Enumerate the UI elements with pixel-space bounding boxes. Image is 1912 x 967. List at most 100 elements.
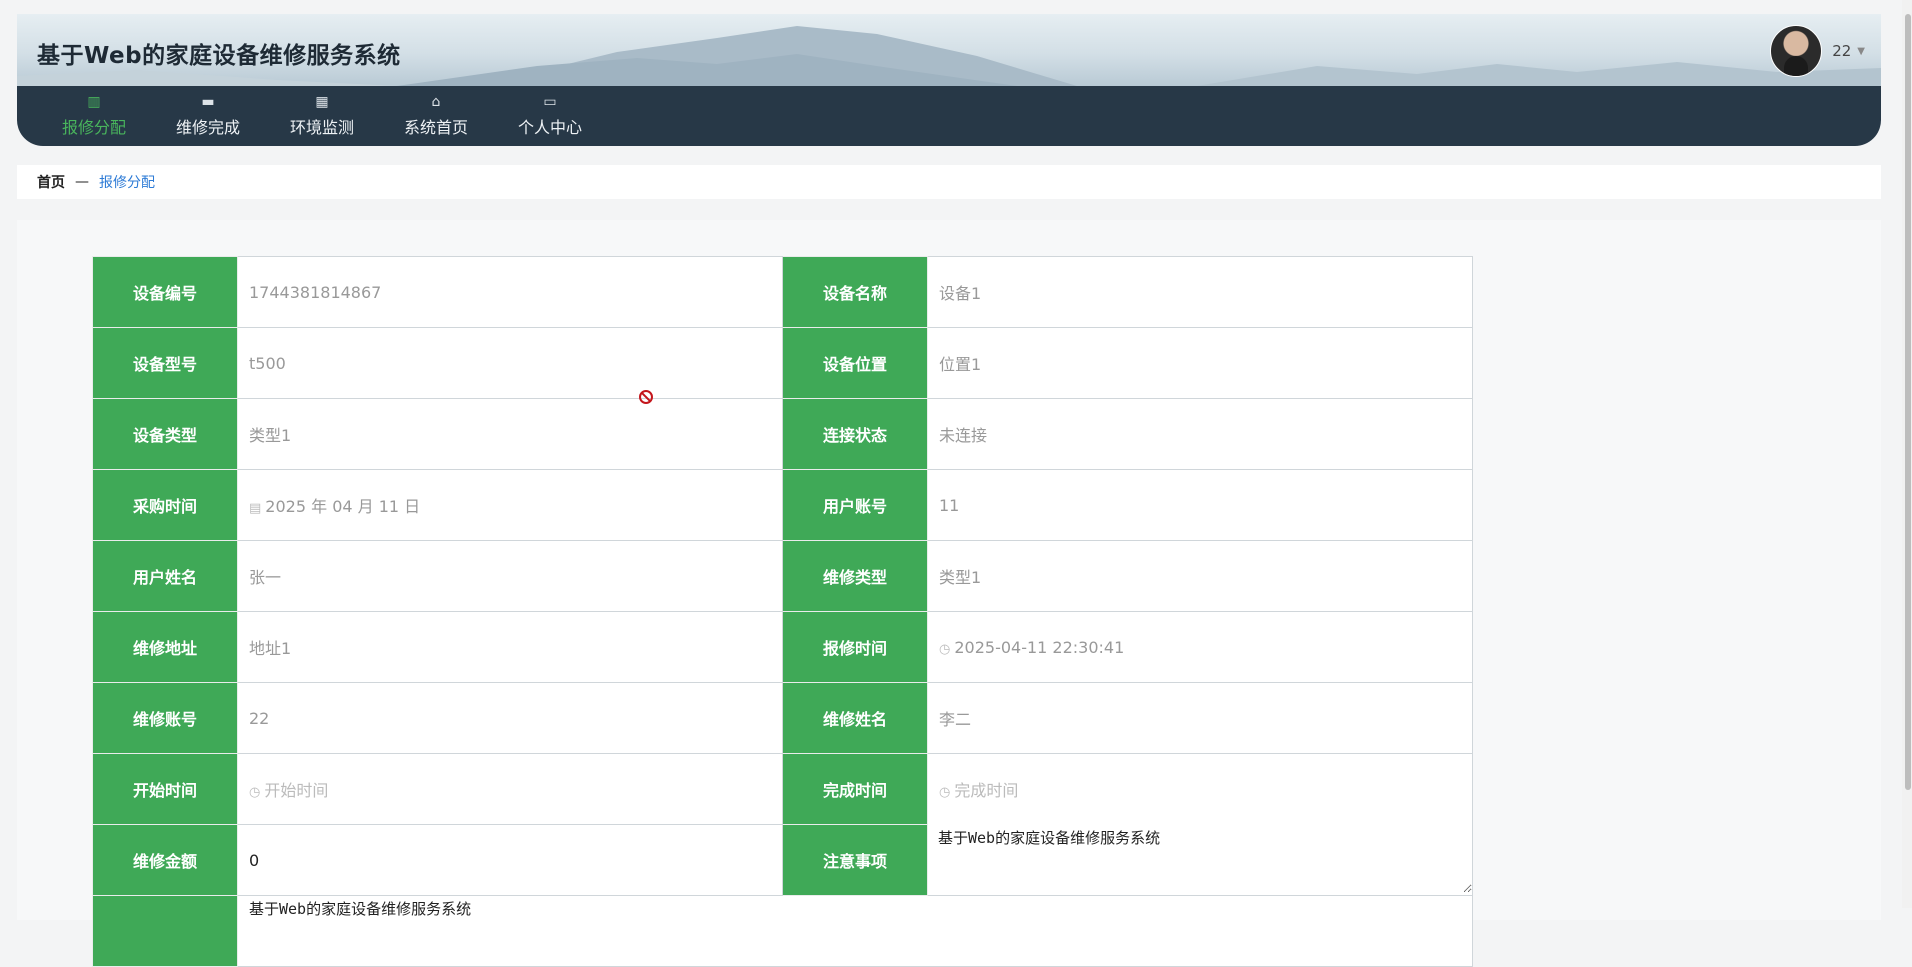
not-allowed-cursor-icon [639, 390, 653, 404]
form-row: 基于Web的家庭设备维修服务系统 [92, 895, 1473, 967]
repair-address-value: 地址1 [249, 639, 292, 658]
nav-item-label: 报修分配 [61, 118, 126, 137]
device-type-value: 类型1 [249, 426, 292, 445]
calendar-icon: ▤ [249, 501, 262, 516]
scrollbar-thumb[interactable] [1905, 14, 1911, 790]
repair-amount-label: 维修金额 [92, 824, 238, 896]
repair-account-value: 22 [249, 708, 270, 728]
repair-amount-value: 0 [249, 850, 260, 870]
site-title: 基于Web的家庭设备维修服务系统 [37, 43, 401, 69]
notes-cell: 基于Web的家庭设备维修服务系统 [927, 823, 1473, 896]
device-location-field[interactable]: 位置1 [927, 327, 1473, 399]
device-type-label: 设备类型 [92, 398, 238, 470]
nav-item-repair-complete[interactable]: ▬ 维修完成 [168, 86, 248, 146]
breadcrumb: 首页 — 报修分配 [17, 165, 1881, 199]
avatar[interactable] [1770, 25, 1823, 77]
repair-type-field[interactable]: 类型1 [927, 540, 1473, 612]
device-model-label: 设备型号 [92, 327, 238, 399]
device-no-label: 设备编号 [92, 256, 238, 328]
purchase-time-field[interactable]: ▤ 2025 年 04 月 11 日 [237, 469, 783, 541]
breadcrumb-current[interactable]: 报修分配 [99, 172, 155, 192]
form-row: 设备类型 类型1 连接状态 未连接 [92, 398, 1473, 470]
user-account-label: 用户账号 [782, 469, 928, 541]
user-name-value: 张一 [249, 568, 282, 587]
nav-item-label: 维修完成 [175, 118, 240, 137]
form-row: 用户姓名 张一 维修类型 类型1 [92, 540, 1473, 612]
notes-label: 注意事项 [782, 824, 928, 896]
repair-form: 设备编号 1744381814867 设备名称 设备1 设备型号 t500 设备… [92, 256, 1473, 967]
header: 基于Web的家庭设备维修服务系统 22 ▼ ▥ 报修分配 ▬ 维修完成 ▦ 环境… [17, 14, 1881, 146]
nav-item-profile[interactable]: ▭ 个人中心 [510, 86, 590, 146]
nav-item-label: 系统首页 [403, 118, 468, 137]
nav-item-label: 个人中心 [517, 118, 582, 137]
device-model-field[interactable]: t500 [237, 327, 783, 399]
repair-type-label: 维修类型 [782, 540, 928, 612]
start-time-field[interactable]: ◷ 开始时间 [237, 753, 783, 825]
chevron-down-icon[interactable]: ▼ [1857, 46, 1865, 57]
repair-type-value: 类型1 [939, 568, 982, 587]
card-icon: ▭ [543, 94, 557, 110]
device-type-field[interactable]: 类型1 [237, 398, 783, 470]
repair-name-value: 李二 [939, 710, 972, 729]
form-row: 维修账号 22 维修姓名 李二 [92, 682, 1473, 754]
user-account-field[interactable]: 11 [927, 469, 1473, 541]
user-name-label: 用户姓名 [92, 540, 238, 612]
device-name-label: 设备名称 [782, 256, 928, 328]
connection-status-field[interactable]: 未连接 [927, 398, 1473, 470]
breadcrumb-separator: — [75, 174, 89, 190]
clock-icon: ◷ [939, 785, 951, 800]
start-time-placeholder: 开始时间 [264, 781, 329, 800]
repair-name-label: 维修姓名 [782, 682, 928, 754]
purchase-time-value: 2025 年 04 月 11 日 [265, 497, 421, 516]
breadcrumb-home[interactable]: 首页 [37, 172, 65, 192]
device-location-value: 位置1 [939, 355, 982, 374]
form-row: 开始时间 ◷ 开始时间 完成时间 ◷ 完成时间 [92, 753, 1473, 825]
form-row: 维修地址 地址1 报修时间 ◷ 2025-04-11 22:30:41 [92, 611, 1473, 683]
user-name-field[interactable]: 张一 [237, 540, 783, 612]
device-location-label: 设备位置 [782, 327, 928, 399]
finish-time-field[interactable]: ◷ 完成时间 [927, 753, 1473, 825]
device-no-value: 1744381814867 [249, 282, 382, 302]
repair-account-field[interactable]: 22 [237, 682, 783, 754]
home-icon: ⌂ [431, 94, 441, 110]
repair-address-field[interactable]: 地址1 [237, 611, 783, 683]
connection-status-label: 连接状态 [782, 398, 928, 470]
user-menu[interactable]: 22 ▼ [1770, 25, 1865, 77]
extra-field[interactable]: 基于Web的家庭设备维修服务系统 [237, 895, 1473, 967]
report-time-field[interactable]: ◷ 2025-04-11 22:30:41 [927, 611, 1473, 683]
clock-icon: ◷ [249, 785, 261, 800]
repair-address-label: 维修地址 [92, 611, 238, 683]
clock-icon: ◷ [939, 641, 951, 657]
nav-item-environment[interactable]: ▦ 环境监测 [282, 86, 362, 146]
header-banner: 基于Web的家庭设备维修服务系统 22 ▼ [17, 14, 1881, 86]
user-name[interactable]: 22 [1832, 42, 1851, 60]
start-time-label: 开始时间 [92, 753, 238, 825]
repair-amount-field[interactable]: 0 [237, 824, 783, 896]
device-name-field[interactable]: 设备1 [927, 256, 1473, 328]
repair-account-label: 维修账号 [92, 682, 238, 754]
purchase-time-label: 采购时间 [92, 469, 238, 541]
device-model-value: t500 [249, 353, 286, 373]
repair-name-field[interactable]: 李二 [927, 682, 1473, 754]
device-no-field[interactable]: 1744381814867 [237, 256, 783, 328]
grid-icon: ▦ [315, 94, 329, 110]
form-row: 采购时间 ▤ 2025 年 04 月 11 日 用户账号 11 [92, 469, 1473, 541]
report-time-label: 报修时间 [782, 611, 928, 683]
user-account-value: 11 [939, 495, 960, 515]
connection-status-value: 未连接 [939, 426, 988, 445]
form-row: 设备编号 1744381814867 设备名称 设备1 [92, 256, 1473, 328]
extra-label [92, 895, 238, 967]
main-nav: ▥ 报修分配 ▬ 维修完成 ▦ 环境监测 ⌂ 系统首页 ▭ 个人中心 [17, 86, 1881, 146]
nav-item-label: 环境监测 [289, 118, 354, 137]
form-row: 维修金额 0 注意事项 基于Web的家庭设备维修服务系统 [92, 823, 1473, 896]
nav-item-home[interactable]: ⌂ 系统首页 [396, 86, 476, 146]
book-icon: ▥ [87, 94, 101, 110]
form-row: 设备型号 t500 设备位置 位置1 [92, 327, 1473, 399]
briefcase-icon: ▬ [201, 94, 215, 110]
notes-textarea[interactable]: 基于Web的家庭设备维修服务系统 [928, 823, 1472, 893]
finish-time-label: 完成时间 [782, 753, 928, 825]
report-time-value: 2025-04-11 22:30:41 [954, 637, 1125, 657]
finish-time-placeholder: 完成时间 [954, 781, 1019, 800]
device-name-value: 设备1 [939, 284, 982, 303]
nav-item-repair-assign[interactable]: ▥ 报修分配 [54, 86, 134, 146]
